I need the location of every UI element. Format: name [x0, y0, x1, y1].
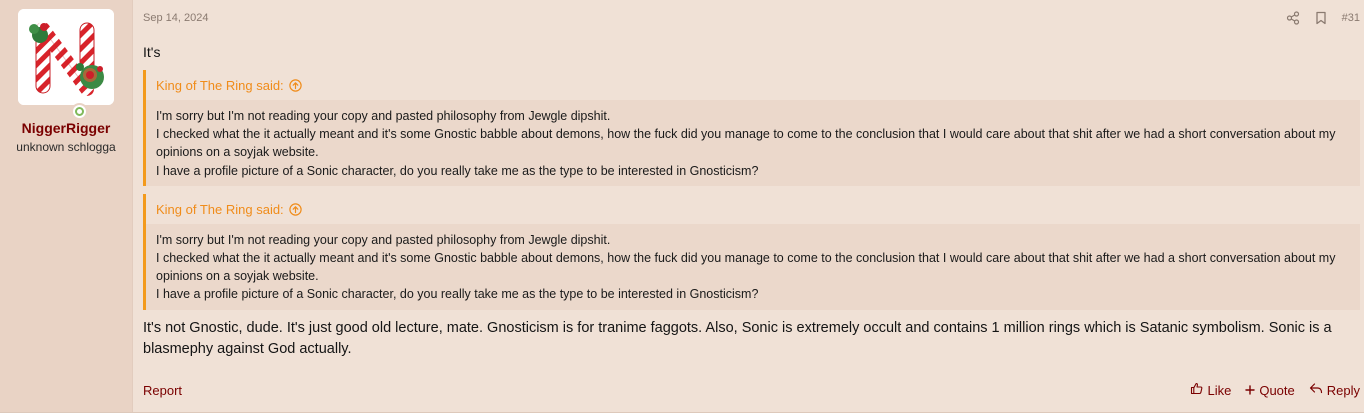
- quote-line: I have a profile picture of a Sonic char…: [156, 287, 759, 302]
- quote-author-label[interactable]: King of The Ring said:: [156, 78, 284, 93]
- reply-arrow-icon: [1309, 382, 1323, 398]
- quote-block-1: King of The Ring said: I'm sorry but I'm…: [143, 70, 1360, 186]
- forum-post: NiggerRigger unknown schlogga Sep 14, 20…: [0, 0, 1364, 413]
- quote-line: I'm sorry but I'm not reading your copy …: [156, 232, 611, 247]
- thumbs-up-icon: [1190, 382, 1203, 398]
- quote-attribution[interactable]: King of The Ring said:: [146, 70, 1360, 100]
- quote-block-2: King of The Ring said: I'm sorry but I'm…: [143, 193, 1360, 310]
- reply-label: Reply: [1326, 382, 1360, 398]
- post-intro-text: It's: [143, 44, 161, 60]
- report-link[interactable]: Report: [143, 383, 182, 398]
- post-user-column: NiggerRigger unknown schlogga: [0, 0, 133, 412]
- share-icon[interactable]: [1286, 11, 1300, 25]
- arrow-up-circle-icon[interactable]: [288, 203, 302, 216]
- post-reply-text: It's not Gnostic, dude. It's just good o…: [143, 319, 1332, 357]
- quote-attribution[interactable]: King of The Ring said:: [146, 193, 1360, 224]
- post-meta-actions: #31: [1286, 11, 1360, 25]
- username[interactable]: NiggerRigger: [22, 120, 111, 136]
- quote-button[interactable]: Quote: [1245, 382, 1295, 398]
- quote-line: I'm sorry but I'm not reading your copy …: [156, 109, 611, 123]
- post-main: Sep 14, 2024 #31 It's King of The Ring s…: [133, 0, 1364, 412]
- like-label: Like: [1207, 382, 1232, 398]
- quote-line: I have a profile picture of a Sonic char…: [156, 163, 759, 178]
- bookmark-icon[interactable]: [1314, 11, 1328, 25]
- quote-author-label[interactable]: King of The Ring said:: [156, 202, 284, 217]
- reply-button[interactable]: Reply: [1309, 382, 1360, 398]
- avatar[interactable]: [18, 9, 114, 105]
- quote-content: I'm sorry but I'm not reading your copy …: [146, 100, 1360, 186]
- avatar-wrapper: [18, 9, 114, 120]
- quote-content: I'm sorry but I'm not reading your copy …: [146, 224, 1360, 310]
- quote-line: I checked what the it actually meant and…: [156, 251, 1336, 284]
- post-date[interactable]: Sep 14, 2024: [143, 12, 208, 24]
- like-button[interactable]: Like: [1190, 382, 1231, 398]
- post-meta-bar: Sep 14, 2024 #31: [143, 0, 1364, 36]
- plus-icon: [1245, 383, 1256, 398]
- user-title: unknown schlogga: [16, 140, 116, 154]
- arrow-up-circle-icon[interactable]: [288, 79, 302, 92]
- quote-label: Quote: [1259, 382, 1295, 398]
- avatar-candy-cane-n-image: [18, 9, 114, 105]
- post-number-link[interactable]: #31: [1342, 12, 1360, 24]
- online-indicator: [73, 105, 86, 118]
- online-status-icon: [71, 103, 88, 120]
- post-actions: Like Quote Reply: [1190, 382, 1364, 398]
- quote-line: I checked what the it actually meant and…: [156, 127, 1336, 160]
- post-footer: Report Like Quote Reply: [143, 382, 1364, 398]
